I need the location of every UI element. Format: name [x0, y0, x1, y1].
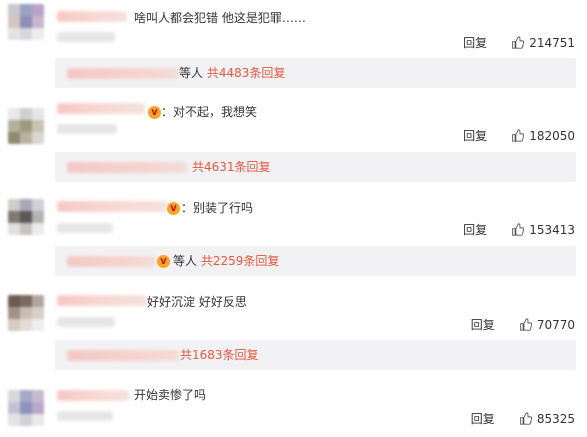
reply-button[interactable]: 回复 [463, 127, 487, 144]
comment-text: ：对不起，我想笑 [161, 105, 258, 119]
thumbs-up-icon [512, 129, 525, 142]
comment-actions: 回复 153413 [463, 221, 575, 238]
reply-count-link[interactable]: 共4483条回复 [207, 66, 286, 80]
vip-badge-icon: V [148, 106, 161, 119]
username[interactable] [57, 11, 127, 22]
reply-usernames [67, 162, 187, 173]
reply-count-link[interactable]: 共1683条回复 [180, 348, 259, 362]
like-count: 214751 [529, 35, 575, 50]
comment-actions: 回复 85325 [471, 410, 575, 427]
like-count: 85325 [536, 411, 575, 426]
comment-text: 开始卖惨了吗 [134, 388, 207, 402]
avatar[interactable] [8, 390, 44, 426]
thumbs-up-icon [512, 223, 525, 236]
username[interactable] [57, 103, 145, 114]
reply-usernames [67, 350, 179, 361]
thumbs-up-icon [512, 36, 525, 49]
like-count: 182050 [529, 128, 575, 143]
like-count: 70770 [536, 317, 575, 332]
reply-usernames [67, 256, 155, 267]
comment-actions: 回复 214751 [463, 34, 575, 51]
username[interactable] [57, 295, 147, 306]
like-button[interactable]: 85325 [519, 412, 575, 426]
reply-button[interactable]: 回复 [471, 316, 495, 333]
comment-text: 好好沉淀 好好反思 [147, 295, 247, 309]
thumbs-up-icon [519, 412, 532, 425]
reply-summary-text: 等人 共4483条回复 [179, 65, 285, 81]
user-meta [57, 223, 113, 233]
vip-badge-icon: V [167, 202, 180, 215]
like-button[interactable]: 70770 [519, 318, 575, 332]
reply-usernames [67, 68, 179, 79]
vip-badge-icon: V [157, 255, 170, 268]
reply-suffix: 等人 [173, 254, 198, 268]
thumbs-up-icon [519, 318, 532, 331]
reply-suffix: 等人 [179, 66, 204, 80]
like-button[interactable]: 214751 [511, 36, 575, 50]
reply-summary-text: 等人 共2259条回复 [173, 253, 279, 269]
reply-button[interactable]: 回复 [463, 221, 487, 238]
avatar[interactable] [8, 295, 44, 331]
reply-summary[interactable]: 共1683条回复 [55, 340, 576, 370]
reply-count-link[interactable]: 共2259条回复 [201, 254, 280, 268]
reply-button[interactable]: 回复 [471, 410, 495, 427]
username[interactable] [57, 201, 167, 212]
comment-actions: 回复 70770 [471, 316, 575, 333]
avatar[interactable] [8, 4, 44, 40]
like-count: 153413 [529, 222, 575, 237]
user-meta [57, 411, 113, 421]
comment-text: 啥叫人都会犯错 他这是犯罪…… [134, 11, 306, 25]
username[interactable] [57, 390, 129, 401]
user-meta [57, 124, 117, 134]
user-meta [57, 317, 115, 327]
reply-summary-text: 共4631条回复 [192, 159, 271, 175]
like-button[interactable]: 182050 [511, 129, 575, 143]
reply-summary-text: 共1683条回复 [180, 347, 259, 363]
reply-button[interactable]: 回复 [463, 34, 487, 51]
like-button[interactable]: 153413 [511, 223, 575, 237]
reply-count-link[interactable]: 共4631条回复 [192, 160, 271, 174]
reply-summary[interactable]: V 等人 共2259条回复 [55, 246, 576, 276]
reply-summary[interactable]: 共4631条回复 [55, 152, 576, 182]
avatar[interactable] [8, 199, 44, 235]
comment-actions: 回复 182050 [463, 127, 575, 144]
avatar[interactable] [8, 108, 44, 144]
reply-summary[interactable]: 等人 共4483条回复 [55, 58, 576, 88]
comment-text: ：别装了行吗 [181, 201, 254, 215]
user-meta [57, 32, 115, 42]
